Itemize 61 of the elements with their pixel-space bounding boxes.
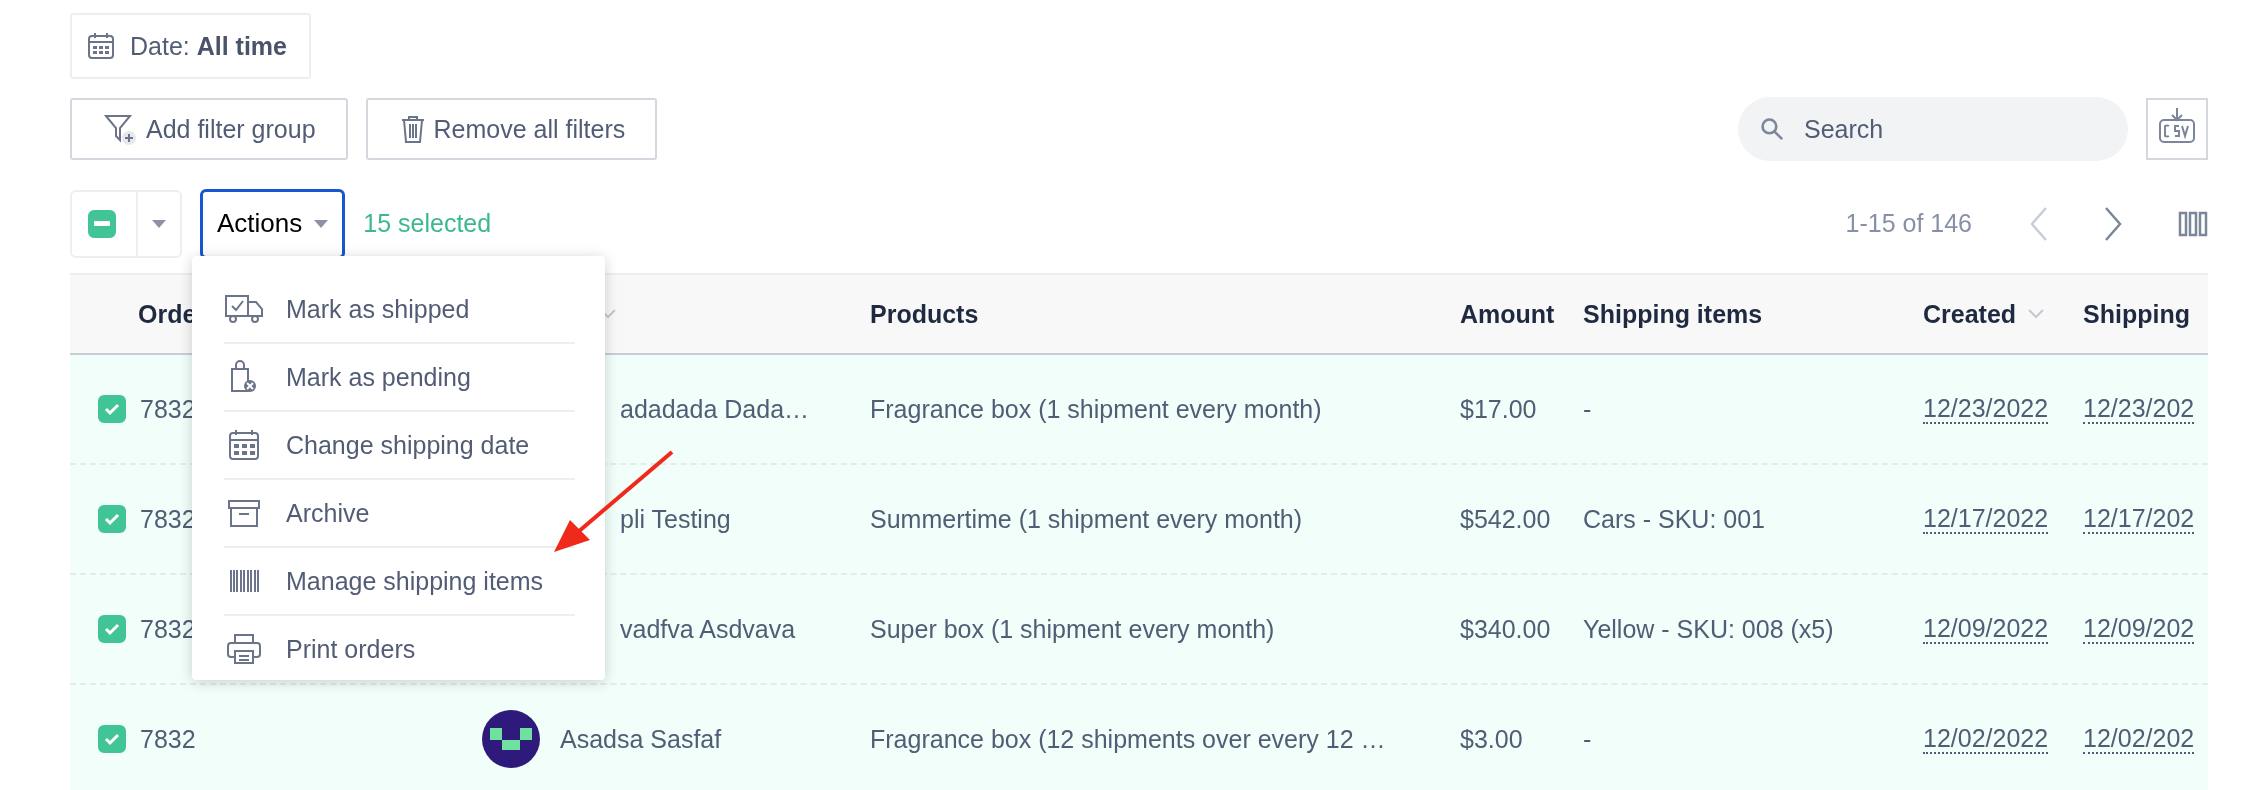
customer-name: adadada Dada…	[620, 394, 810, 424]
customer-name: pli Testing	[620, 504, 731, 534]
truck-icon	[224, 292, 264, 326]
menu-item[interactable]: Manage shipping items	[224, 548, 575, 616]
selected-count: 15 selected	[363, 209, 492, 238]
table-cell: 12/02/202	[2083, 723, 2195, 755]
table-cell: -	[1583, 394, 1592, 424]
menu-item[interactable]: Change shipping date	[224, 412, 575, 480]
trash-icon	[399, 114, 426, 144]
csv-export-button[interactable]	[2146, 98, 2208, 160]
table-cell: Summertime (1 shipment every month)	[870, 504, 1303, 534]
table-cell: $3.00	[1460, 724, 1523, 754]
table-cell: 12/17/202	[2083, 503, 2195, 535]
table-cell: $340.00	[1460, 614, 1551, 644]
add-filter-group-button[interactable]: Add filter group	[70, 98, 348, 160]
row-checkbox[interactable]	[98, 395, 126, 423]
printer-icon	[224, 632, 264, 666]
customer-name: Asadsa Sasfaf	[560, 724, 722, 754]
sort-chevron-icon[interactable]	[2028, 309, 2045, 319]
select-all-control[interactable]	[70, 189, 182, 258]
table-cell: Fragrance box (1 shipment every month)	[870, 394, 1322, 424]
table-cell: Fragrance box (12 shipments over every 12 …	[870, 724, 1386, 754]
menu-item[interactable]: Mark as shipped	[224, 276, 575, 344]
pagination-range: 1-15 of 146	[1845, 209, 1972, 238]
column-header: Created	[1923, 299, 2017, 329]
caret-icon	[314, 219, 329, 228]
columns-icon[interactable]	[2178, 210, 2208, 237]
remove-filters-button[interactable]: Remove all filters	[365, 98, 658, 160]
select-all-checkbox[interactable]	[88, 209, 116, 238]
order-number: 7832	[140, 724, 196, 754]
row-checkbox[interactable]	[98, 505, 126, 533]
search-input[interactable]: Search	[1802, 113, 2106, 145]
table-cell: 12/09/2022	[1923, 613, 2049, 645]
next-page-icon[interactable]	[2104, 206, 2122, 241]
column-header: Amount	[1460, 299, 1555, 329]
table-row[interactable]: 7832 Asadsa Sasfaf Fragrance box (12 shipments over every 12 … $3.00 - 12/02/2022 12/02/202	[70, 685, 2208, 790]
search-icon	[1760, 115, 1784, 143]
table-cell: 12/23/202	[2083, 393, 2195, 425]
customer-name: vadfva Asdvava	[620, 614, 796, 644]
column-header: Products	[870, 299, 979, 329]
row-checkbox[interactable]	[98, 615, 126, 643]
table-cell: 12/09/202	[2083, 613, 2195, 645]
column-header: Shipping items	[1583, 299, 1763, 329]
table-cell: 12/23/2022	[1923, 393, 2049, 425]
table-cell: $17.00	[1460, 394, 1537, 424]
row-checkbox[interactable]	[98, 725, 126, 753]
table-cell: Yellow - SKU: 008 (x5)	[1583, 614, 1834, 644]
menu-item[interactable]: Mark as pending	[224, 344, 575, 412]
table-cell: Super box (1 shipment every month)	[870, 614, 1275, 644]
table-cell: Cars - SKU: 001	[1583, 504, 1765, 534]
filter-plus-icon	[104, 112, 138, 146]
search-field[interactable]: Search	[1738, 97, 2128, 161]
table-cell: 12/17/2022	[1923, 503, 2049, 535]
menu-item[interactable]: Print orders	[224, 616, 575, 682]
actions-dropdown-button[interactable]: Actions	[200, 188, 346, 259]
date-filter-button[interactable]: Date: All time	[70, 13, 311, 79]
table-cell: 12/02/2022	[1923, 723, 2049, 755]
column-header: Shipping	[2083, 299, 2190, 329]
table-cell: $542.00	[1460, 504, 1551, 534]
table-cell: -	[1583, 724, 1592, 754]
calendar-icon	[86, 31, 116, 61]
